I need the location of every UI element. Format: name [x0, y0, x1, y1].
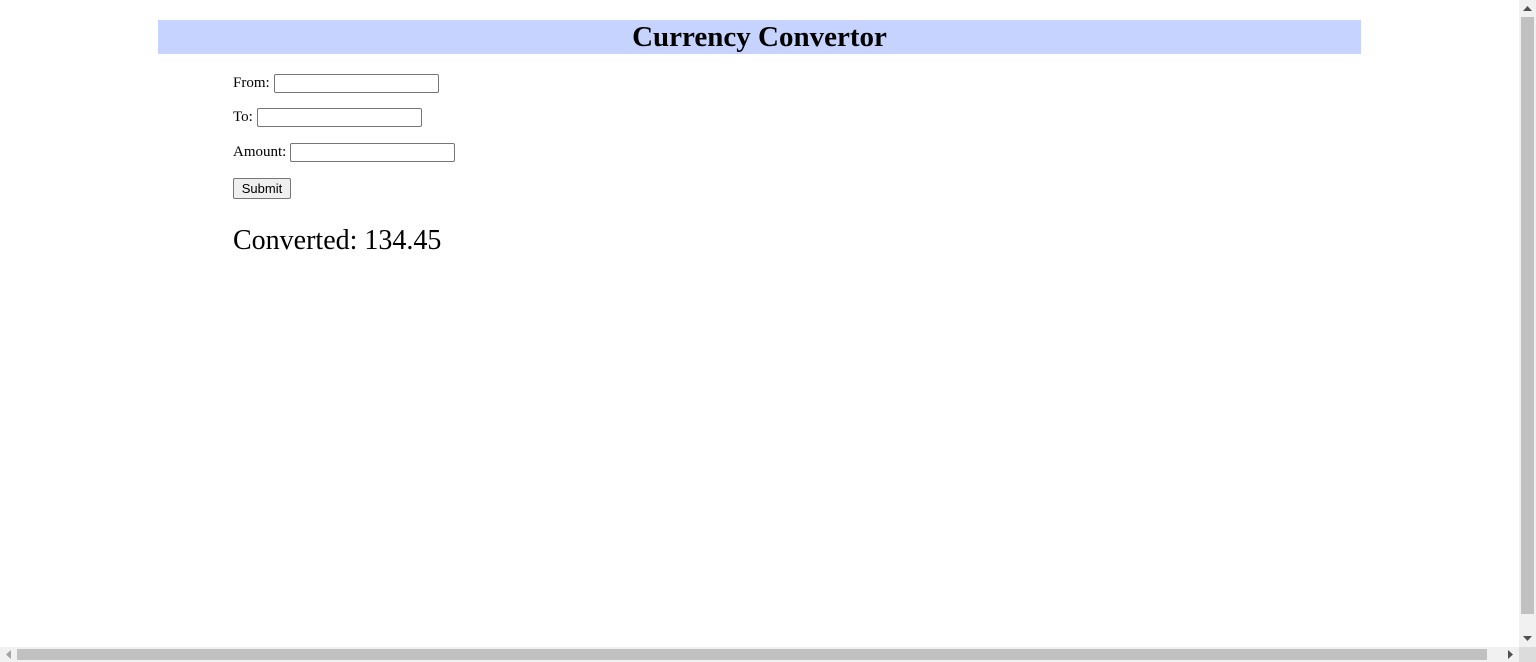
browser-viewport: Currency Convertor From: To: Amount: Sub… [0, 0, 1536, 662]
arrow-up-icon[interactable] [1519, 0, 1536, 17]
header-bar: Currency Convertor [158, 20, 1361, 54]
amount-input[interactable] [290, 143, 456, 162]
page-content: Currency Convertor From: To: Amount: Sub… [0, 0, 1519, 647]
horizontal-scrollbar[interactable] [0, 647, 1519, 662]
amount-row: Amount: [233, 143, 456, 162]
from-label: From: [233, 75, 270, 91]
to-label: To: [233, 109, 253, 125]
arrow-left-icon[interactable] [0, 647, 17, 662]
from-input[interactable] [273, 74, 439, 93]
scrollbar-corner [1519, 647, 1536, 662]
from-row: From: [233, 74, 439, 93]
arrow-down-icon[interactable] [1519, 630, 1536, 647]
arrow-right-icon[interactable] [1502, 647, 1519, 662]
submit-button[interactable]: Submit [233, 178, 291, 199]
page-title: Currency Convertor [632, 21, 887, 53]
horizontal-scroll-thumb[interactable] [17, 649, 1487, 660]
converted-result: Converted: 134.45 [233, 225, 442, 256]
vertical-scroll-thumb[interactable] [1521, 17, 1534, 614]
to-input[interactable] [256, 108, 422, 127]
to-row: To: [233, 108, 422, 127]
vertical-scrollbar[interactable] [1519, 0, 1536, 647]
amount-label: Amount: [233, 144, 287, 160]
